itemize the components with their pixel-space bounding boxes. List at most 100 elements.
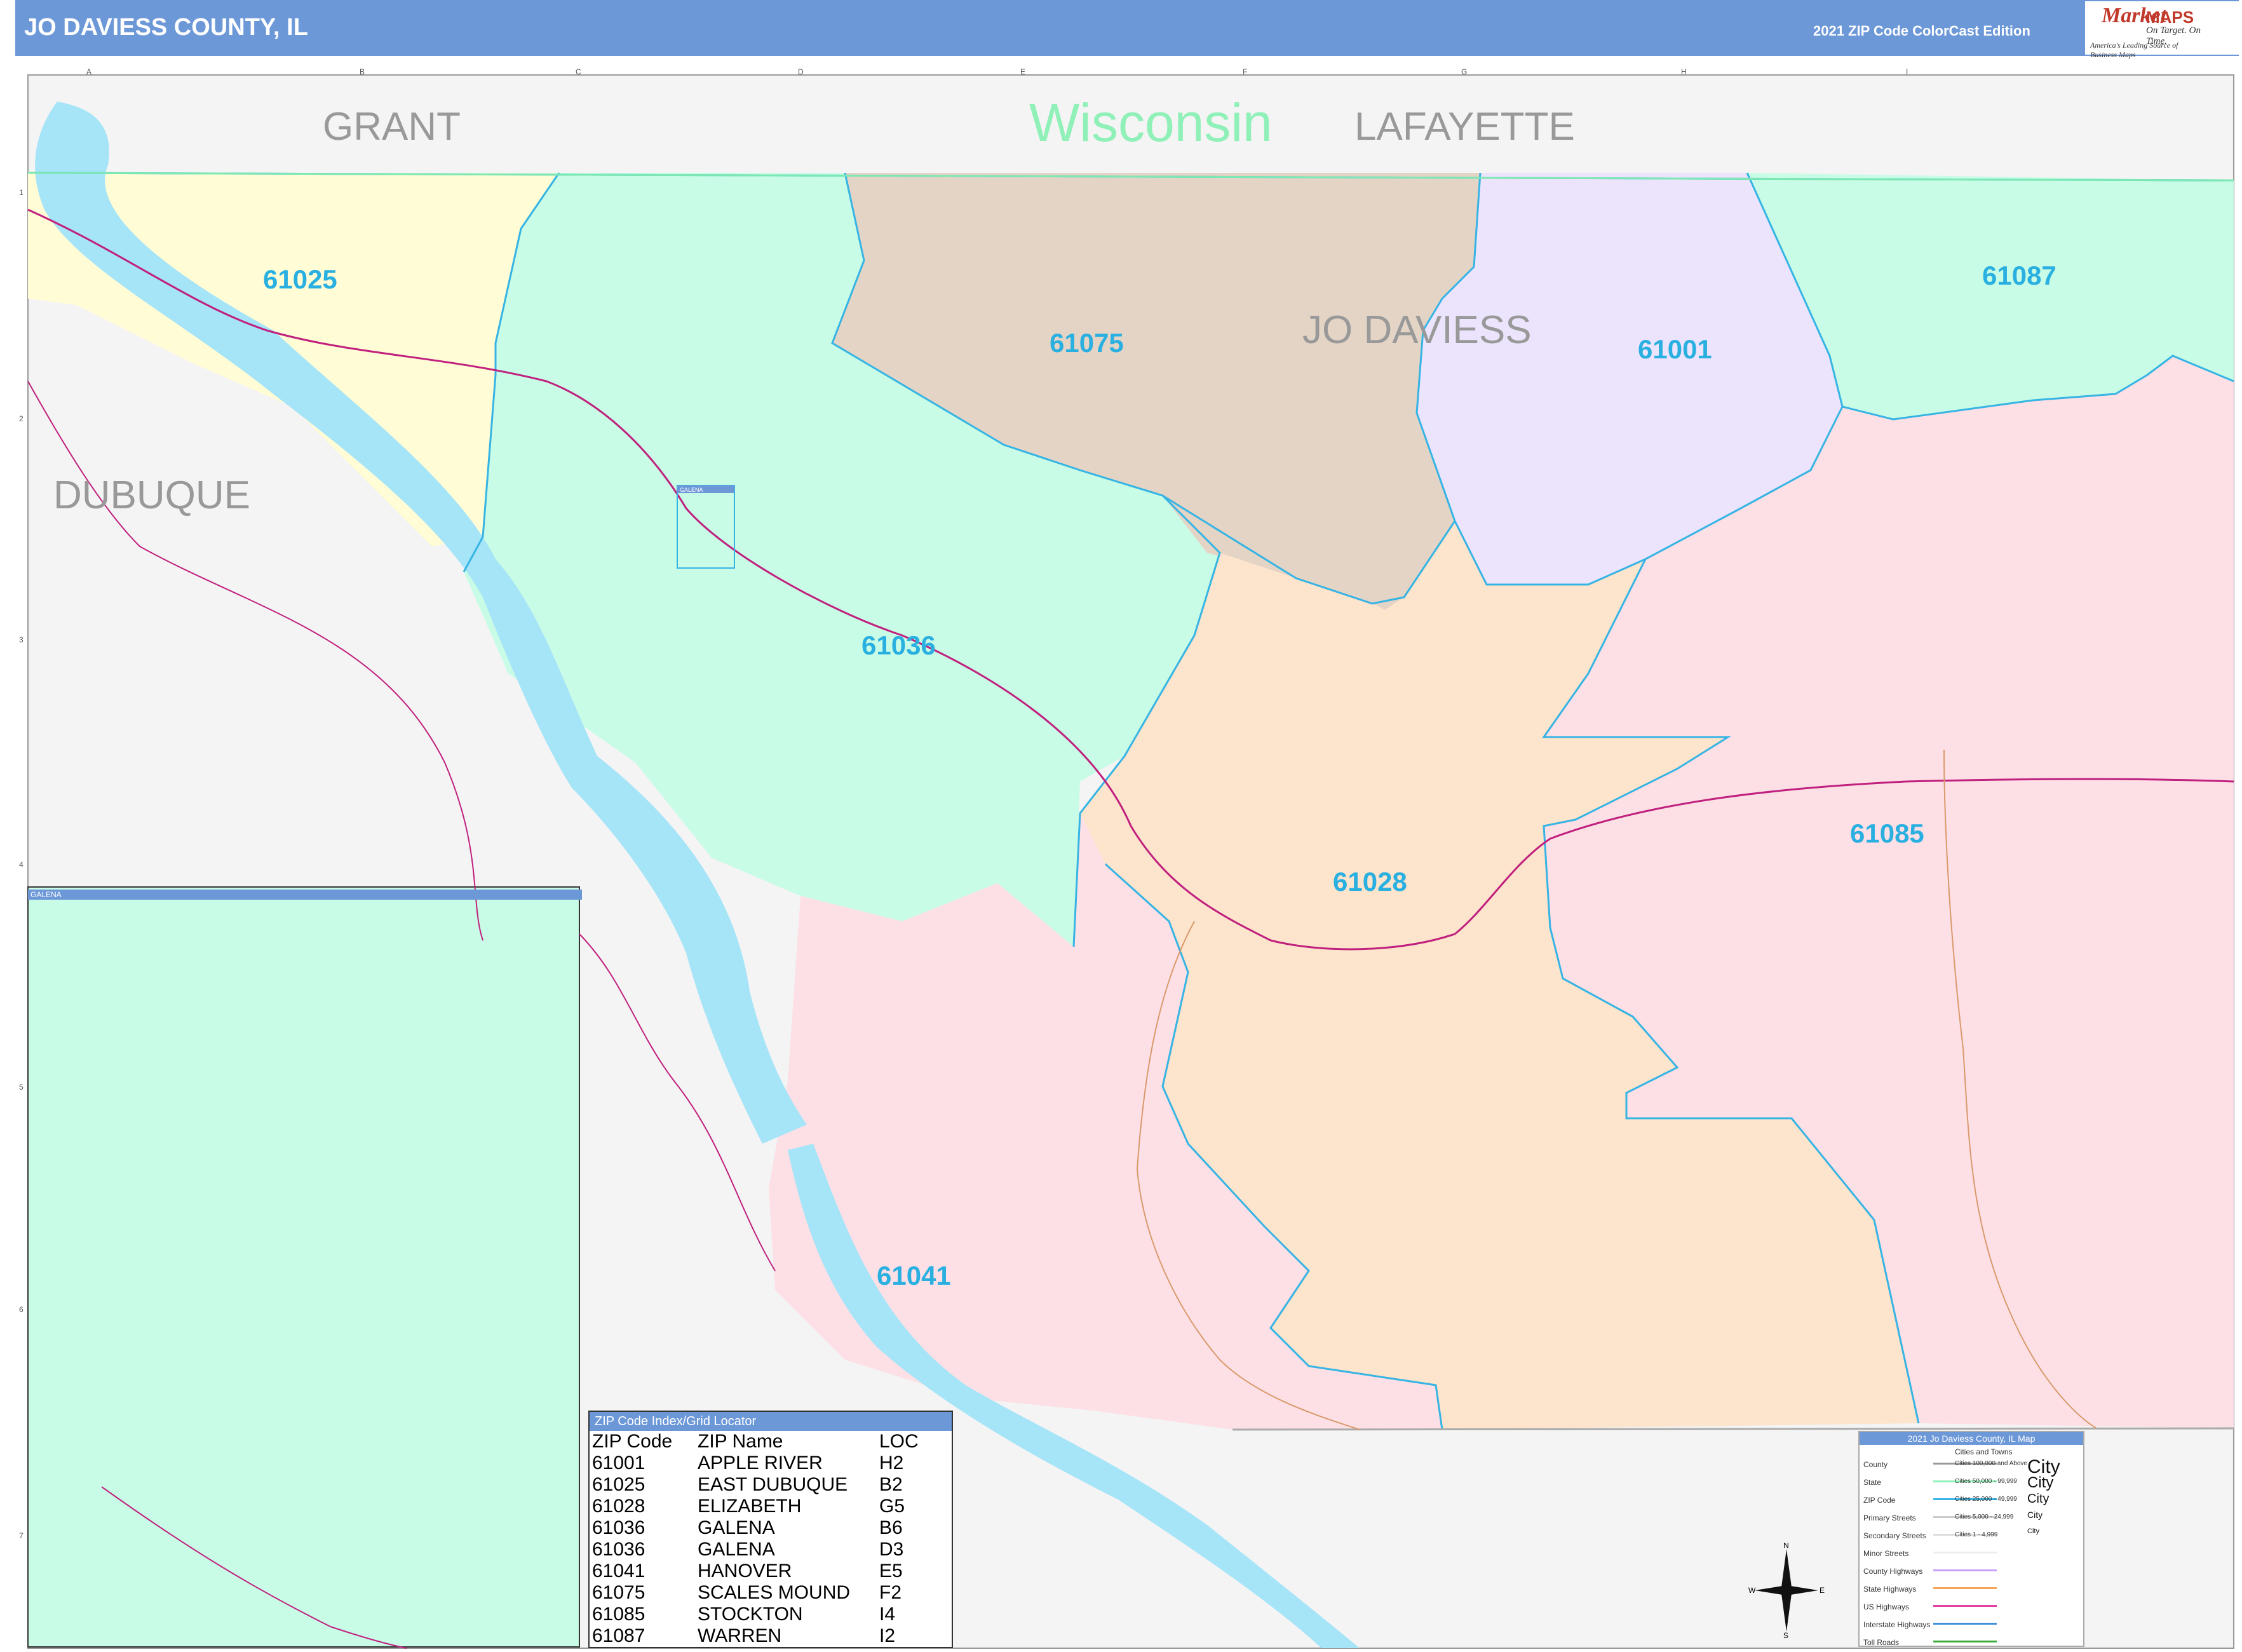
zip-index-loc: D3 bbox=[879, 1539, 904, 1560]
legend-line-swatch bbox=[1933, 1552, 1997, 1554]
legend-line-swatch bbox=[1933, 1623, 1997, 1625]
grid-column-label: D bbox=[798, 67, 804, 76]
zip-index-code: 61036 bbox=[592, 1539, 645, 1560]
grid-row-label: 1 bbox=[19, 188, 24, 197]
zip-label-61036: 61036 bbox=[861, 630, 936, 660]
zip-index-code: 61075 bbox=[592, 1582, 645, 1603]
compass-rose: N S E W bbox=[1748, 1543, 1825, 1638]
zip-index-loc: B6 bbox=[879, 1517, 903, 1538]
legend-city-tier: Cities 1 - 4,999 bbox=[1955, 1531, 1998, 1538]
zip-index-row: 61036 GALENA D3 bbox=[592, 1539, 922, 1561]
map-legend: 2021 Jo Daviess County, IL Map Cities an… bbox=[1858, 1431, 2084, 1647]
zip-index-loc: E5 bbox=[879, 1561, 903, 1581]
zip-index-name: EAST DUBUQUE bbox=[698, 1474, 848, 1495]
legend-city-sample: City bbox=[2027, 1492, 2050, 1506]
zip-index-row: 61025 EAST DUBUQUE B2 bbox=[592, 1474, 922, 1496]
grid-column-label: I bbox=[1906, 67, 1908, 76]
legend-cities-header: Cities and Towns bbox=[1955, 1447, 2013, 1456]
contact-block bbox=[2206, 1, 2242, 55]
grid-row-label: 5 bbox=[19, 1083, 24, 1092]
legend-city-tier: Cities 50,000 - 99,999 bbox=[1955, 1478, 2017, 1485]
market-maps-logo: Market MAPS On Target. On Time. America'… bbox=[2085, 1, 2206, 59]
zip-index-row: 61028 ELIZABETH G5 bbox=[592, 1496, 922, 1517]
zip-index-title: ZIP Code Index/Grid Locator bbox=[590, 1412, 952, 1431]
page-title: JO DAVIESS COUNTY, IL bbox=[24, 14, 308, 41]
legend-item-label: County Highways bbox=[1863, 1567, 1923, 1576]
zip-label-61085: 61085 bbox=[1850, 818, 1924, 848]
grid-row-label: 2 bbox=[19, 414, 24, 423]
col-loc: LOC bbox=[879, 1431, 919, 1452]
zip-index-table: ZIP Code ZIP Name LOC 61001 APPLE RIVER H2… bbox=[592, 1431, 922, 1647]
county-map: GRANT LAFAYETTE DUBUQUE JO DAVIESS Wisco… bbox=[27, 74, 2234, 1649]
grid-column-label: A bbox=[86, 67, 92, 76]
zip-index-code: 61025 bbox=[592, 1474, 645, 1495]
zip-label-61075: 61075 bbox=[1050, 328, 1124, 358]
legend-title: 2021 Jo Daviess County, IL Map bbox=[1860, 1432, 2083, 1445]
galena-locator-label: GALENA bbox=[680, 487, 703, 493]
zip-index-loc: I4 bbox=[879, 1604, 896, 1625]
zip-index-name: APPLE RIVER bbox=[698, 1452, 823, 1473]
galena-inset-title: GALENA bbox=[28, 890, 582, 900]
legend-line-swatch bbox=[1933, 1569, 1997, 1571]
zip-index-loc: F2 bbox=[879, 1582, 902, 1603]
grid-column-label: B bbox=[360, 67, 365, 76]
zip-index-name: WARREN bbox=[698, 1625, 782, 1646]
edition-label: 2021 ZIP Code ColorCast Edition bbox=[1813, 23, 2030, 39]
compass-w: W bbox=[1748, 1586, 1756, 1595]
zip-index-name: GALENA bbox=[698, 1539, 775, 1560]
legend-city-sample: City bbox=[2027, 1527, 2039, 1535]
logo-subtitle: America's Leading Source of Business Map… bbox=[2090, 41, 2178, 59]
zip-index-row: 61041 HANOVER E5 bbox=[592, 1561, 922, 1582]
county-border bbox=[1232, 1427, 2234, 1431]
zip-index-row: 61001 APPLE RIVER H2 bbox=[592, 1452, 922, 1474]
legend-item-label: Interstate Highways bbox=[1863, 1620, 1931, 1629]
zip-label-61025: 61025 bbox=[263, 264, 337, 294]
zip-index-row: 61085 STOCKTON I4 bbox=[592, 1604, 922, 1625]
grid-row-label: 7 bbox=[19, 1531, 24, 1540]
zip-label-61028: 61028 bbox=[1333, 867, 1407, 897]
legend-line-swatch bbox=[1933, 1641, 1997, 1642]
zip-label-61001: 61001 bbox=[1638, 334, 1712, 364]
legend-item-label: ZIP Code bbox=[1863, 1496, 1896, 1505]
zip-index-code: 61001 bbox=[592, 1452, 645, 1473]
grid-column-label: C bbox=[576, 67, 581, 76]
zip-index-name: ELIZABETH bbox=[698, 1496, 802, 1517]
legend-item-label: Minor Streets bbox=[1863, 1549, 1909, 1558]
county-label-jo-daviess: JO DAVIESS bbox=[1302, 308, 1532, 352]
logo-word: MAPS bbox=[2146, 8, 2194, 27]
zip-label-61087: 61087 bbox=[1982, 261, 2056, 290]
zip-index-code: 61087 bbox=[592, 1625, 645, 1646]
legend-line-swatch bbox=[1933, 1605, 1997, 1607]
compass-n: N bbox=[1783, 1543, 1789, 1550]
legend-item-label: Primary Streets bbox=[1863, 1513, 1916, 1522]
col-zip-name: ZIP Name bbox=[698, 1431, 783, 1452]
zip-index-row: 61036 GALENA B6 bbox=[592, 1517, 922, 1539]
legend-city-tier: Cities 5,000 - 24,999 bbox=[1955, 1513, 2014, 1520]
legend-city-tier: Cities 100,000 and Above bbox=[1955, 1460, 2027, 1467]
grid-row-label: 3 bbox=[19, 635, 24, 644]
legend-city-tier: Cities 25,000 - 49,999 bbox=[1955, 1496, 2017, 1503]
zip-index-panel: ZIP Code Index/Grid Locator ZIP Code ZIP… bbox=[588, 1411, 953, 1648]
zip-index-code: 61085 bbox=[592, 1604, 645, 1625]
compass-e: E bbox=[1820, 1586, 1825, 1595]
zip-index-code: 61036 bbox=[592, 1517, 645, 1538]
compass-s: S bbox=[1783, 1631, 1788, 1638]
zip-index-name: HANOVER bbox=[698, 1561, 792, 1581]
legend-line-swatch bbox=[1933, 1587, 1997, 1589]
zip-index-loc: B2 bbox=[879, 1474, 903, 1495]
col-zip-code: ZIP Code bbox=[592, 1431, 673, 1452]
zip-index-row: 61087 WARREN I2 bbox=[592, 1625, 922, 1647]
zip-index-loc: I2 bbox=[879, 1625, 896, 1646]
legend-item-label: Toll Roads bbox=[1863, 1638, 1900, 1647]
legend-item-label: State bbox=[1863, 1478, 1882, 1487]
legend-city-sample: City bbox=[2027, 1510, 2043, 1520]
legend-item-label: US Highways bbox=[1863, 1602, 1910, 1611]
zip-index-name: STOCKTON bbox=[698, 1604, 803, 1625]
grid-row-label: 4 bbox=[19, 860, 24, 869]
zip-index-name: SCALES MOUND bbox=[698, 1582, 851, 1603]
legend-item-label: State Highways bbox=[1863, 1585, 1917, 1594]
zip-index-code: 61028 bbox=[592, 1496, 645, 1517]
county-label-grant: GRANT bbox=[323, 105, 461, 149]
zip-index-name: GALENA bbox=[698, 1517, 775, 1538]
grid-column-label: F bbox=[1243, 67, 1248, 76]
